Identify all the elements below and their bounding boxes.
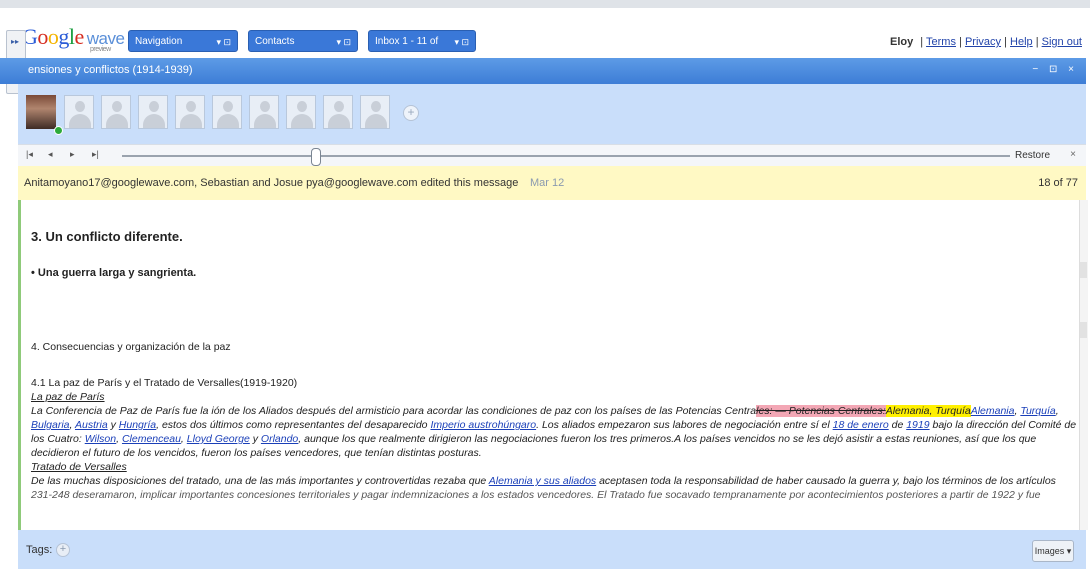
link-hungria[interactable]: Hungría: [119, 419, 156, 431]
paragraph-line: Bulgaria, Austria y Hungría, estos dos ú…: [31, 419, 1077, 431]
participant-avatar[interactable]: [286, 95, 316, 129]
playback-slider-handle[interactable]: [311, 148, 321, 166]
participants-bar: +: [18, 84, 1086, 144]
contacts-controls-icon[interactable]: ▾ ⊡: [336, 31, 351, 53]
playback-first-icon[interactable]: |◂: [26, 149, 33, 160]
playback-bar: |◂ ◂ ▸ ▸| Restore ×: [18, 144, 1086, 168]
link-imperio[interactable]: Imperio austrohúngaro: [430, 419, 536, 431]
paragraph-text: bajo la dirección del Comité de: [929, 419, 1077, 431]
link-18-enero[interactable]: 18 de enero: [833, 419, 889, 431]
user-name: Eloy: [890, 36, 914, 48]
paragraph-line-cut: 231-248 deseramaron, implicar importante…: [31, 489, 1041, 501]
paragraph-text: , aunque los que realmente dirigieron la…: [298, 433, 1037, 445]
participant-avatar[interactable]: [249, 95, 279, 129]
close-playback-icon[interactable]: ×: [1070, 149, 1076, 160]
link-orlando[interactable]: Orlando: [261, 433, 298, 445]
link-alemania-aliados[interactable]: Alemania y sus aliados: [489, 475, 596, 487]
add-participant-button[interactable]: +: [403, 105, 419, 121]
navigation-label: Navigation: [135, 36, 183, 47]
section-4-title: 4. Consecuencias y organización de la pa…: [31, 341, 231, 353]
paragraph-text: . Los aliados empezaron sus labores de n…: [536, 419, 833, 431]
paragraph-line: los Cuatro: Wilson, Clemenceau, Lloyd Ge…: [31, 433, 1037, 445]
expand-arrows-icon[interactable]: ▸▸: [11, 37, 19, 46]
playback-slider-track[interactable]: [122, 155, 1010, 157]
section-41-title: 4.1 La paz de París y el Tratado de Vers…: [31, 377, 298, 389]
paragraph-text: los Cuatro:: [31, 433, 85, 445]
account-links: Eloy | Terms | Privacy | Help | Sign out: [890, 36, 1082, 48]
paragraph-line: La Conferencia de Paz de París fue la ió…: [31, 405, 1059, 417]
inbox-button[interactable]: Inbox 1 - 11 of ▾ ⊡: [368, 30, 476, 52]
link-turquia[interactable]: Turquía: [1020, 405, 1055, 417]
app-header: Google wave preview Navigation ▾ ⊡ Contac…: [0, 8, 1090, 58]
scroll-down-icon[interactable]: [1080, 322, 1087, 338]
paragraph-text: , estos dos últimos como representantes …: [156, 419, 431, 431]
navigation-button[interactable]: Navigation ▾ ⊡: [128, 30, 238, 52]
navigation-controls-icon[interactable]: ▾ ⊡: [216, 31, 231, 53]
paragraph-line: De las muchas disposiciones del tratado,…: [31, 475, 1056, 487]
subheading-versalles: Tratado de Versalles: [31, 461, 127, 473]
subheading-paz-paris: La paz de París: [31, 391, 105, 403]
restore-button[interactable]: Restore: [1015, 150, 1050, 161]
edit-date: Mar 12: [530, 177, 565, 189]
wave-title: ensiones y conflictos (1914-1939): [28, 64, 193, 76]
sign-out-link[interactable]: Sign out: [1042, 36, 1082, 48]
playback-last-icon[interactable]: ▸|: [92, 149, 99, 160]
edit-info-bar: Anitamoyano17@googlewave.com, Sebastian …: [18, 166, 1086, 201]
terms-link[interactable]: Terms: [926, 36, 956, 48]
link-wilson[interactable]: Wilson: [85, 433, 116, 445]
tags-label: Tags:: [26, 544, 53, 556]
playback-next-icon[interactable]: ▸: [70, 149, 75, 160]
participant-avatar[interactable]: [212, 95, 242, 129]
blip-content[interactable]: 3. Un conflicto diferente. • Una guerra …: [18, 200, 1083, 530]
blip-count: 18 of 77: [1038, 177, 1078, 189]
link-clemenceau[interactable]: Clemenceau: [122, 433, 181, 445]
contacts-button[interactable]: Contacts ▾ ⊡: [248, 30, 358, 52]
participant-avatar[interactable]: [101, 95, 131, 129]
deleted-text-highlight: les: — Potencias Centrales:: [756, 405, 886, 417]
participant-avatar[interactable]: [175, 95, 205, 129]
wave-footer: Tags: + Images ▾: [18, 530, 1086, 569]
privacy-link[interactable]: Privacy: [965, 36, 1001, 48]
link-alemania[interactable]: Alemania: [971, 405, 1015, 417]
participant-avatar[interactable]: [323, 95, 353, 129]
section-heading: 3. Un conflicto diferente.: [31, 229, 183, 244]
top-strip: [0, 0, 1090, 8]
images-button[interactable]: Images ▾: [1032, 540, 1074, 562]
paragraph-text: De las muchas disposiciones del tratado,…: [31, 475, 489, 487]
playback-prev-icon[interactable]: ◂: [48, 149, 53, 160]
google-wave-logo[interactable]: Google wave preview: [22, 24, 125, 53]
participant-avatar[interactable]: [360, 95, 390, 129]
inbox-label: Inbox 1 - 11 of: [375, 36, 439, 47]
add-tag-button[interactable]: +: [56, 543, 70, 557]
link-1919[interactable]: 1919: [906, 419, 929, 431]
inbox-controls-icon[interactable]: ▾ ⊡: [454, 31, 469, 53]
inserted-text-highlight: Alemania, Turquía: [885, 405, 971, 417]
avatar[interactable]: [26, 95, 56, 129]
online-status-icon: [54, 126, 63, 135]
scroll-up-icon[interactable]: [1080, 262, 1087, 278]
contacts-label: Contacts: [255, 36, 295, 47]
content-scrollbar[interactable]: [1079, 200, 1088, 530]
bullet-item: • Una guerra larga y sangrienta.: [31, 267, 197, 279]
paragraph-line: decidieron el futuro de los vencidos, fu…: [31, 447, 482, 459]
help-link[interactable]: Help: [1010, 36, 1033, 48]
link-lloyd-george[interactable]: Lloyd George: [187, 433, 250, 445]
editors-text: Anitamoyano17@googlewave.com, Sebastian …: [24, 177, 519, 189]
link-bulgaria[interactable]: Bulgaria: [31, 419, 70, 431]
logo-preview-label: preview: [90, 46, 111, 53]
window-controls-icon[interactable]: − ⊡ ×: [1032, 64, 1078, 75]
participant-avatar[interactable]: [64, 95, 94, 129]
paragraph-text: La Conferencia de Paz de París fue la ió…: [31, 405, 757, 417]
participant-avatar[interactable]: [138, 95, 168, 129]
wave-titlebar: ensiones y conflictos (1914-1939) − ⊡ ×: [0, 58, 1086, 84]
link-austria[interactable]: Austria: [75, 419, 108, 431]
paragraph-text: aceptasen toda la responsabilidad de hab…: [596, 475, 1056, 487]
